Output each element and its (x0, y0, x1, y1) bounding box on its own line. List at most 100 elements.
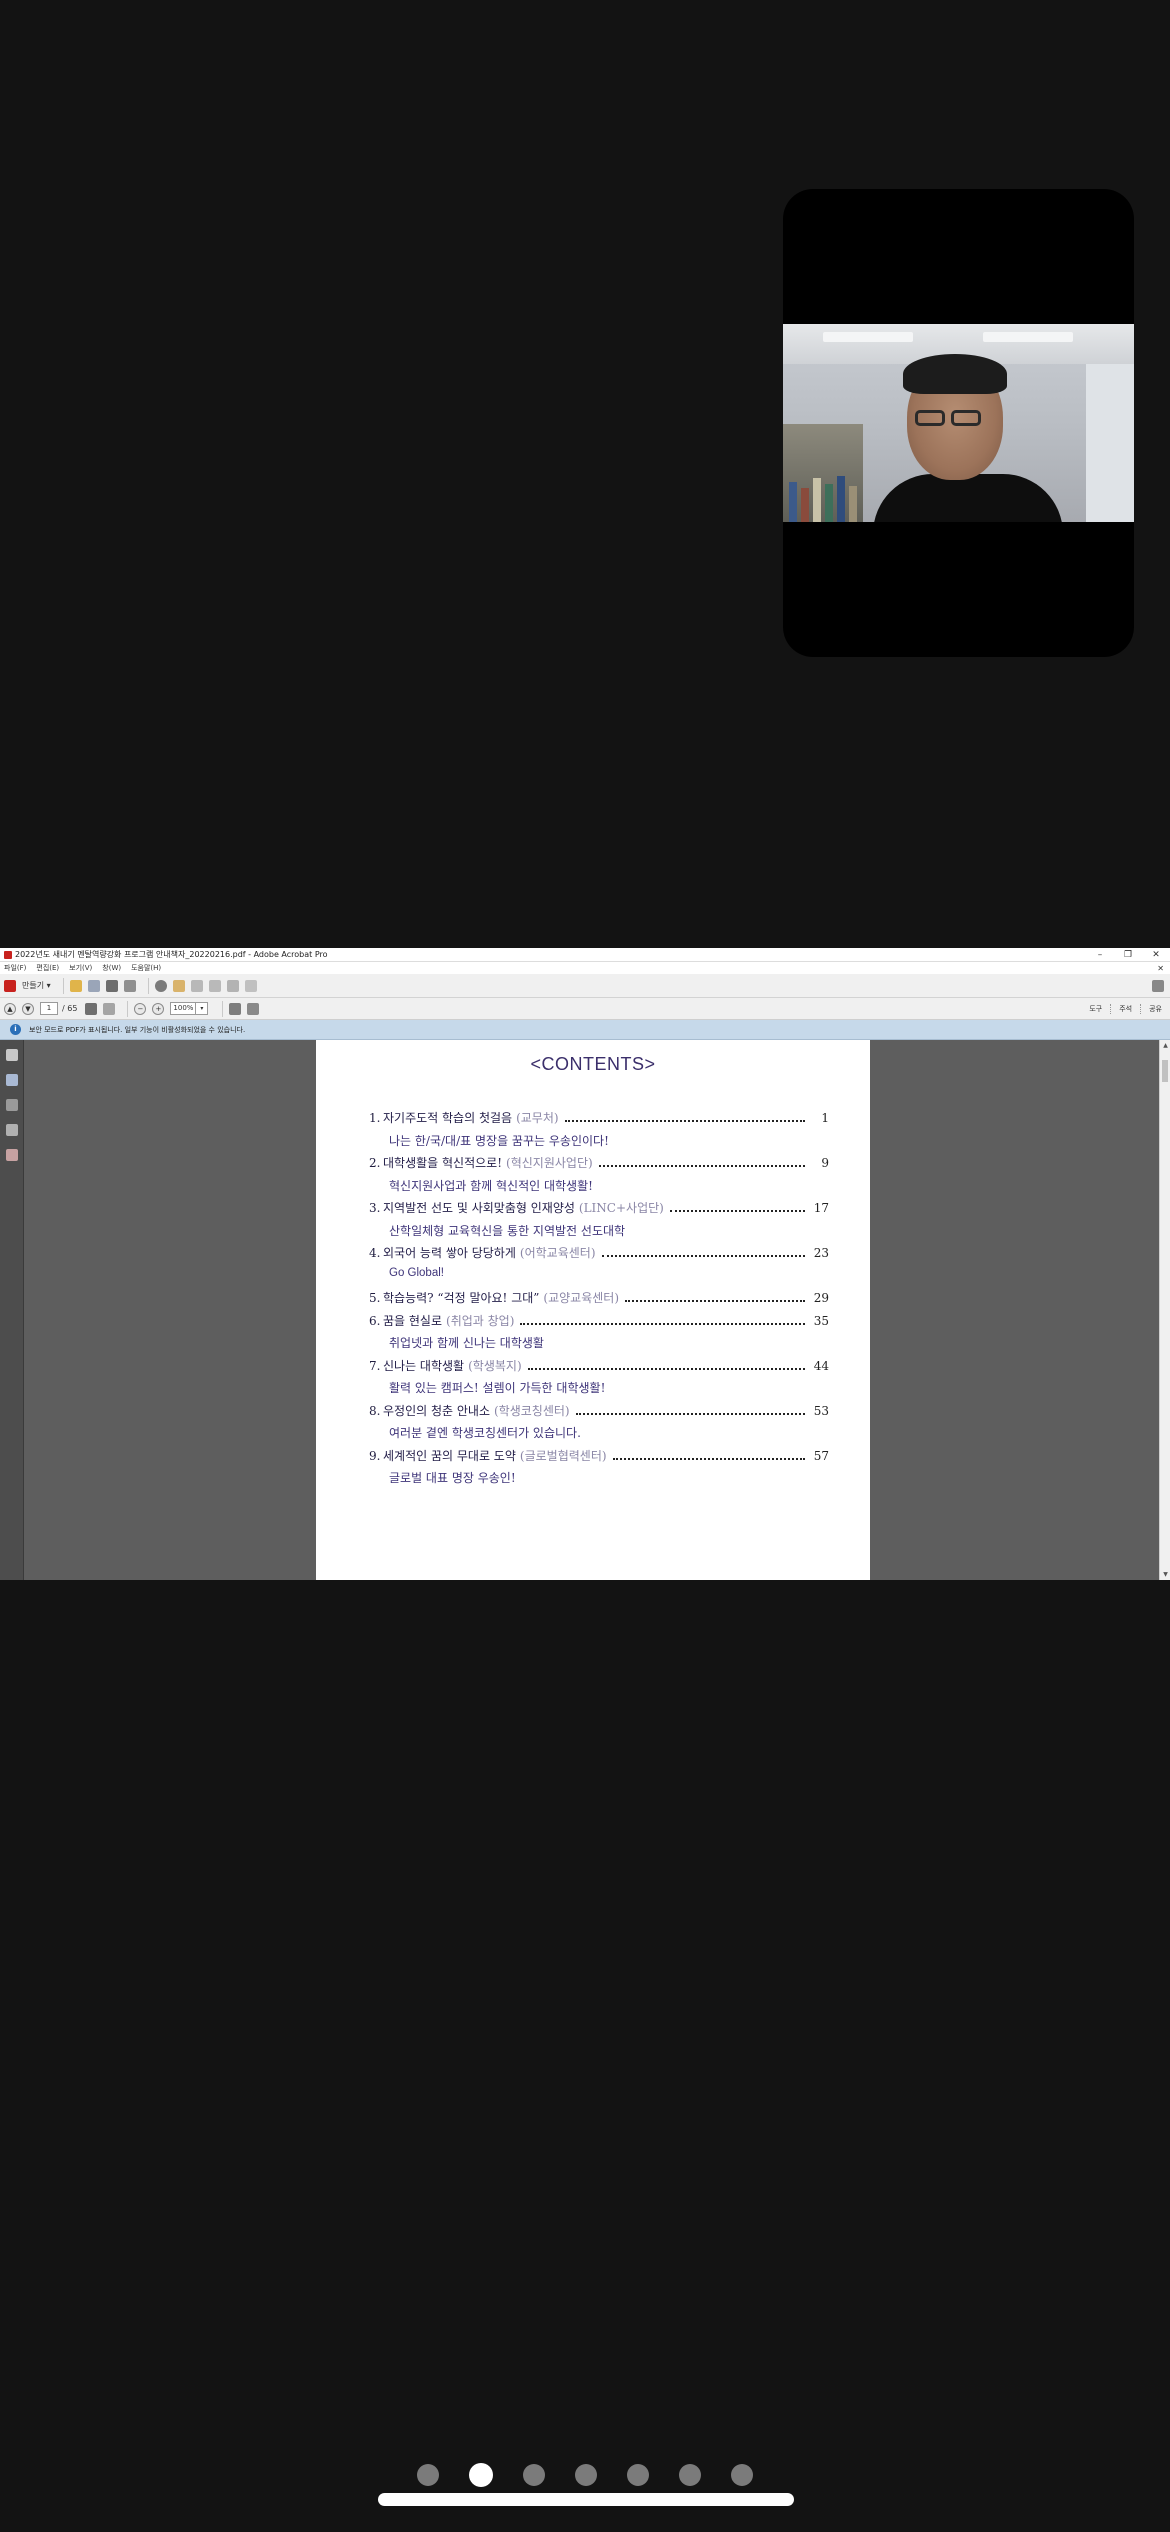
toolbar-divider (127, 1000, 129, 1017)
page-dot[interactable] (627, 2464, 649, 2486)
thumbnails-icon[interactable] (6, 1049, 18, 1061)
maximize-button[interactable]: ❐ (1114, 950, 1142, 960)
video-book (825, 484, 833, 522)
video-person-body (873, 474, 1063, 522)
toc-page-number: 53 (813, 1403, 829, 1418)
video-ceiling-light (983, 332, 1073, 342)
zoom-out-icon[interactable]: − (134, 1002, 147, 1015)
hand-tool-icon[interactable] (103, 1002, 116, 1015)
document-close-icon[interactable]: ✕ (1157, 964, 1164, 973)
zoom-dropdown-icon[interactable]: ▾ (196, 1002, 209, 1015)
home-indicator[interactable] (378, 2493, 794, 2506)
menu-window[interactable]: 창(W) (102, 963, 121, 973)
export-icon[interactable] (244, 979, 257, 992)
menu-help[interactable]: 도움말(H) (131, 963, 161, 973)
toc-page-number: 1 (821, 1111, 829, 1125)
page-dot[interactable] (417, 2464, 439, 2486)
page-dot[interactable] (679, 2464, 701, 2486)
video-book (849, 486, 857, 522)
pdf-page: <CONTENTS> 1. 자기주도적 학습의 첫걸음 (교무처) 1 나는 한/국/대… (316, 1040, 870, 1580)
fit-page-icon[interactable] (247, 1002, 260, 1015)
document-icon[interactable] (208, 979, 221, 992)
window-titlebar[interactable]: 2022년도 새내기 멘탈역량강화 프로그램 안내책자_20220216.pdf… (0, 948, 1170, 962)
toc-subtitle: 취업넷과 함께 신나는 대학생활 (389, 1336, 544, 1350)
toc-number: 7. (369, 1358, 381, 1373)
page-dot[interactable] (523, 2464, 545, 2486)
toc-leader-dots (564, 1120, 805, 1122)
comment-link[interactable]: 주석 (1110, 1003, 1140, 1014)
create-button-label: 만들기 ▾ (22, 981, 51, 990)
toc-title: 지역발전 선도 및 사회맞춤형 인재양성 (383, 1201, 575, 1215)
participant-video-tile[interactable] (783, 189, 1134, 657)
toc-department: (학생코칭센터) (494, 1403, 570, 1418)
toc-entry: 1. 자기주도적 학습의 첫걸음 (교무처) 1 (369, 1109, 829, 1132)
prev-page-icon[interactable]: ▲ (4, 1002, 16, 1015)
toc-title: 우정인의 청춘 안내소 (383, 1403, 490, 1418)
tools-link[interactable]: 도구 (1081, 1004, 1110, 1014)
scroll-down-icon[interactable]: ▼ (1160, 1569, 1170, 1580)
info-icon: i (10, 1024, 21, 1035)
toc-department: (LINC+사업단) (578, 1201, 664, 1215)
expand-icon[interactable] (1152, 979, 1164, 992)
save-icon[interactable] (87, 979, 100, 992)
select-tool-icon[interactable] (85, 1002, 98, 1015)
infobar-message: 보안 모드로 PDF가 표시됩니다. 일부 기능이 비활성화되었을 수 있습니다… (29, 1025, 246, 1034)
print-icon[interactable] (105, 979, 118, 992)
email-icon[interactable] (123, 979, 136, 992)
toc-subtitle: 나는 한/국/대/표 명장을 꿈꾸는 우송인이다! (389, 1133, 609, 1148)
video-ceiling-light (823, 332, 913, 342)
toc-department: (교무처) (516, 1111, 559, 1125)
page-dot[interactable] (575, 2464, 597, 2486)
close-button[interactable]: ✕ (1142, 950, 1170, 960)
table-of-contents: 1. 자기주도적 학습의 첫걸음 (교무처) 1 나는 한/국/대/표 명장을 꿈꾸는 … (369, 1109, 829, 1492)
toolbar-divider (62, 977, 64, 994)
video-book (801, 488, 809, 522)
toc-number: 4. (369, 1246, 381, 1260)
toc-leader-dots (520, 1322, 805, 1325)
share-icon[interactable] (190, 979, 203, 992)
next-page-icon[interactable]: ▼ (22, 1002, 34, 1015)
pdf-app-icon (4, 950, 12, 959)
menu-edit[interactable]: 편집(E) (36, 963, 59, 973)
page-number-input[interactable]: 1 (40, 1002, 58, 1015)
menu-bar: 파일(F) 편집(E) 보기(V) 창(W) 도움말(H) ✕ (0, 962, 1170, 974)
scroll-up-icon[interactable]: ▲ (1160, 1040, 1170, 1051)
toolbar-divider (147, 977, 149, 994)
toc-subtitle: Go Global! (389, 1266, 444, 1279)
video-book (813, 478, 821, 522)
settings-icon[interactable] (154, 979, 167, 992)
toc-page-number: 23 (813, 1246, 829, 1260)
video-glasses-right (951, 410, 981, 426)
toc-entry: 9. 세계적인 꿈의 무대로 도약 (글로벌협력센터) 57 (369, 1447, 829, 1470)
video-glasses-left (915, 410, 945, 426)
toc-title: 꿈을 현실로 (383, 1313, 443, 1328)
signatures-icon[interactable] (6, 1124, 18, 1136)
zoom-in-icon[interactable]: + (152, 1002, 165, 1015)
bookmarks-icon[interactable] (6, 1074, 18, 1086)
attachments-icon[interactable] (6, 1099, 18, 1111)
menu-view[interactable]: 보기(V) (69, 963, 92, 973)
scrollbar-thumb[interactable] (1162, 1060, 1168, 1082)
comment-icon[interactable] (172, 979, 185, 992)
zoom-level-input[interactable]: 100% (170, 1002, 197, 1015)
share-link[interactable]: 공유 (1140, 1003, 1170, 1014)
fit-width-icon[interactable] (229, 1002, 242, 1015)
window-title: 2022년도 새내기 멘탈역량강화 프로그램 안내책자_20220216.pdf… (15, 950, 328, 959)
document-workarea[interactable]: <CONTENTS> 1. 자기주도적 학습의 첫걸음 (교무처) 1 나는 한/국/대… (0, 1040, 1170, 1580)
open-folder-icon[interactable] (69, 979, 82, 992)
shared-screen-acrobat: 2022년도 새내기 멘탈역량강화 프로그램 안내책자_20220216.pdf… (0, 948, 1170, 1580)
toc-number: 9. (369, 1448, 381, 1463)
toc-leader-dots (669, 1210, 805, 1212)
page-dot[interactable] (731, 2464, 753, 2486)
menu-file[interactable]: 파일(F) (4, 963, 26, 973)
vertical-scrollbar[interactable]: ▲ ▼ (1159, 1040, 1170, 1580)
toc-department: (글로벌협력센터) (519, 1448, 607, 1463)
toc-page-number: 17 (813, 1201, 829, 1215)
page-dot[interactable] (469, 2463, 493, 2487)
copy-icon[interactable] (226, 979, 239, 992)
toc-page-number: 29 (813, 1291, 829, 1305)
minimize-button[interactable]: – (1086, 950, 1114, 960)
toc-page-number: 44 (813, 1358, 829, 1373)
create-button[interactable]: 만들기 ▾ (4, 978, 51, 994)
layers-icon[interactable] (6, 1149, 18, 1161)
